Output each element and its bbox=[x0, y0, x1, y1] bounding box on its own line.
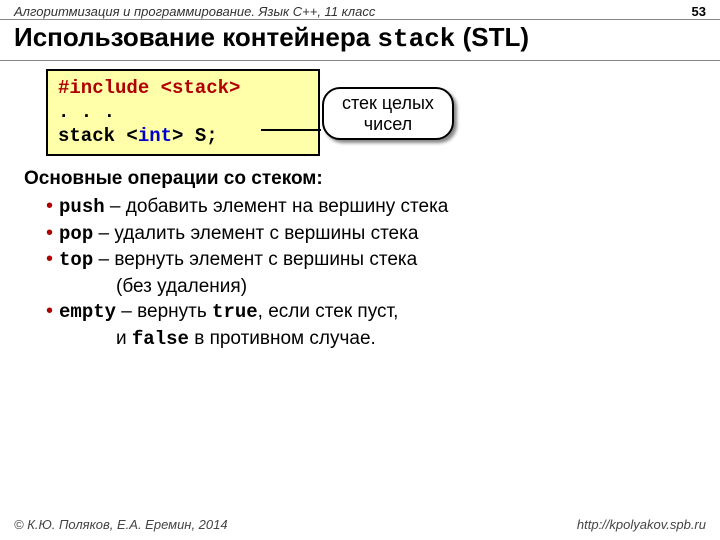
bullet-pop: • pop – удалить элемент с вершины стека bbox=[24, 221, 706, 248]
callout-connector bbox=[261, 129, 321, 131]
code-area: #include <stack> . . . stack <int> S; ст… bbox=[46, 69, 476, 156]
footer-url: http://kpolyakov.spb.ru bbox=[577, 517, 706, 532]
callout-bubble: стек целых чисел bbox=[322, 87, 454, 140]
bullet-dot: • bbox=[46, 194, 53, 221]
slide-footer: © К.Ю. Поляков, Е.А. Еремин, 2014 http:/… bbox=[0, 517, 720, 532]
copyright: © К.Ю. Поляков, Е.А. Еремин, 2014 bbox=[14, 517, 228, 532]
bullet-dot: • bbox=[46, 299, 53, 326]
bullet-push: • push – добавить элемент на вершину сте… bbox=[24, 194, 706, 221]
page-number: 53 bbox=[692, 4, 706, 19]
bullet-dot: • bbox=[46, 247, 53, 274]
slide-title: Использование контейнера stack (STL) bbox=[0, 20, 720, 61]
slide-header: Алгоритмизация и программирование. Язык … bbox=[0, 0, 720, 20]
empty-line2: и false в противном случае. bbox=[24, 326, 706, 353]
bullet-dot: • bbox=[46, 221, 53, 248]
bullet-empty: • empty – вернуть true, если стек пуст, bbox=[24, 299, 706, 326]
code-box: #include <stack> . . . stack <int> S; bbox=[46, 69, 320, 156]
content: Основные операции со стеком: • push – до… bbox=[0, 166, 720, 352]
operations-title: Основные операции со стеком: bbox=[24, 166, 706, 192]
course-title: Алгоритмизация и программирование. Язык … bbox=[14, 4, 375, 19]
top-extra: (без удаления) bbox=[24, 274, 706, 300]
bullet-top: • top – вернуть элемент с вершины стека bbox=[24, 247, 706, 274]
